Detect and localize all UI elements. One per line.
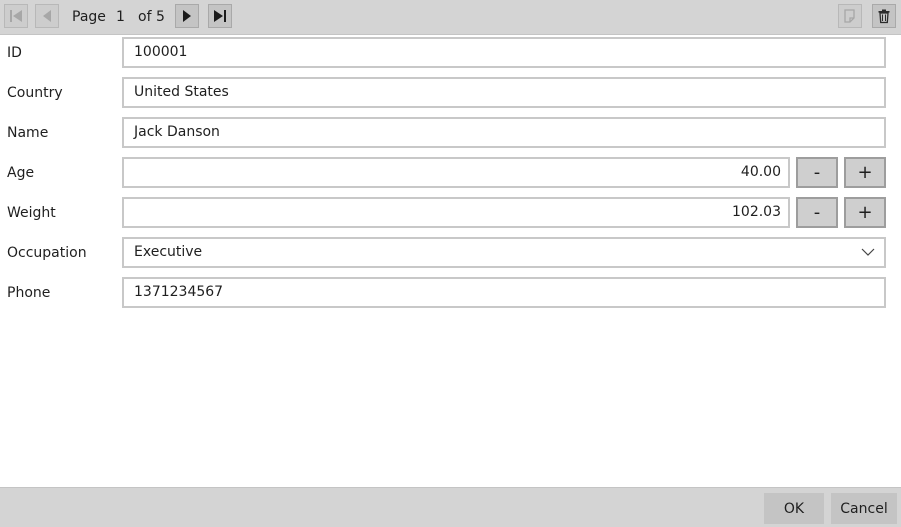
dialog-footer: OK Cancel bbox=[0, 487, 901, 527]
page-label: Page bbox=[72, 9, 106, 25]
ok-button[interactable]: OK bbox=[764, 493, 824, 524]
age-row: Age 40.00 - + bbox=[0, 157, 901, 189]
next-page-icon bbox=[183, 10, 191, 22]
chevron-down-icon[interactable] bbox=[861, 247, 875, 257]
age-label: Age bbox=[7, 165, 35, 181]
id-label: ID bbox=[7, 45, 22, 61]
current-page-number: 1 bbox=[116, 9, 125, 25]
occupation-label: Occupation bbox=[7, 245, 87, 261]
weight-field[interactable]: 102.03 bbox=[122, 197, 790, 228]
name-row: Name Jack Danson bbox=[0, 117, 901, 149]
name-field[interactable]: Jack Danson bbox=[122, 117, 886, 148]
phone-label: Phone bbox=[7, 285, 51, 301]
age-decrement-button[interactable]: - bbox=[796, 157, 838, 188]
navigation-toolbar: Page 1 of 5 bbox=[0, 0, 901, 35]
first-page-button[interactable] bbox=[4, 4, 28, 28]
trash-icon bbox=[878, 9, 890, 24]
weight-increment-button[interactable]: + bbox=[844, 197, 886, 228]
weight-decrement-button[interactable]: - bbox=[796, 197, 838, 228]
weight-row: Weight 102.03 - + bbox=[0, 197, 901, 229]
occupation-select[interactable]: Executive bbox=[122, 237, 886, 268]
phone-field[interactable]: 1371234567 bbox=[122, 277, 886, 308]
previous-page-button[interactable] bbox=[35, 4, 59, 28]
occupation-selected-value: Executive bbox=[134, 244, 203, 260]
age-field[interactable]: 40.00 bbox=[122, 157, 790, 188]
age-increment-button[interactable]: + bbox=[844, 157, 886, 188]
new-record-button[interactable] bbox=[838, 4, 862, 28]
id-field[interactable]: 100001 bbox=[122, 37, 886, 68]
delete-record-button[interactable] bbox=[872, 4, 896, 28]
last-page-button[interactable] bbox=[208, 4, 232, 28]
phone-row: Phone 1371234567 bbox=[0, 277, 901, 309]
new-record-icon bbox=[844, 9, 855, 23]
last-page-icon bbox=[214, 10, 226, 22]
next-page-button[interactable] bbox=[175, 4, 199, 28]
country-label: Country bbox=[7, 85, 63, 101]
country-row: Country United States bbox=[0, 77, 901, 109]
cancel-button[interactable]: Cancel bbox=[831, 493, 897, 524]
total-pages-label: of 5 bbox=[138, 9, 165, 25]
id-row: ID 100001 bbox=[0, 37, 901, 69]
previous-page-icon bbox=[43, 10, 51, 22]
country-field[interactable]: United States bbox=[122, 77, 886, 108]
weight-label: Weight bbox=[7, 205, 56, 221]
first-page-icon bbox=[10, 10, 22, 22]
name-label: Name bbox=[7, 125, 49, 141]
occupation-row: Occupation Executive bbox=[0, 237, 901, 269]
